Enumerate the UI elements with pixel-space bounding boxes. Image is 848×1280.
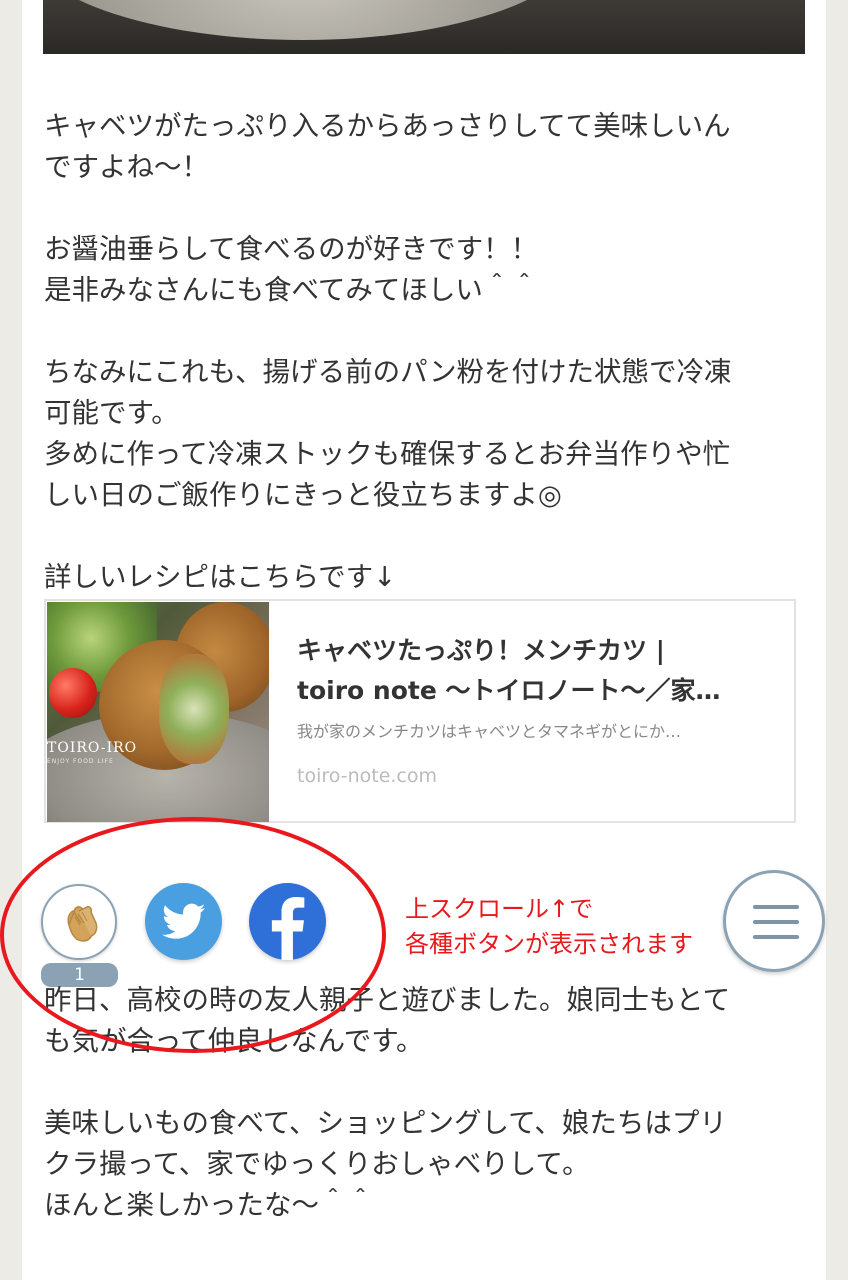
hero-plate [43,0,583,40]
annotation-text: 上スクロール↑で 各種ボタンが表示されます [405,892,693,962]
card-title[interactable]: キャベツたっぷり！メンチカツ | toiro note 〜トイロノート〜／家… [297,631,767,711]
text-line: 詳しいレシピはこちらです↓ [44,561,397,593]
paragraph-5: 昨日、高校の時の友人親子と遊びました。娘同士もとて も気が合って仲良しなんです。 [44,980,804,1062]
text-line: 可能です。 [44,397,179,429]
text-line: キャベツがたっぷり入るからあっさりしてて美味しいん [44,110,731,142]
card-title-line: toiro note 〜トイロノート〜／家… [297,676,721,705]
text-line: ちなみにこれも、揚げる前のパン粉を付けた状態で冷凍 [44,356,732,388]
hero-image [43,0,805,54]
text-line: 是非みなさんにも食べてみてほしい＾＾ [44,274,538,306]
annotation-line: 各種ボタンが表示されます [405,930,693,958]
paragraph-3: ちなみにこれも、揚げる前のパン粉を付けた状態で冷凍 可能です。 多めに作って冷凍… [44,352,804,516]
paragraph-6: 美味しいもの食べて、ショッピングして、娘たちはプリ クラ撮って、家でゆっくりおし… [44,1103,804,1226]
text-line: も気が合って仲良しなんです。 [44,1025,424,1057]
text-line: ですよね〜！ [44,151,209,183]
text-line: ほんと楽しかったな〜＾＾ [44,1189,374,1221]
clap-button[interactable] [41,884,117,960]
twitter-bird-icon [162,903,206,939]
card-description: 我が家のメンチカツはキャベツとタマネギがとにか… [297,722,682,741]
paragraph-2: お醤油垂らして食べるのが好きです！！ 是非みなさんにも食べてみてほしい＾＾ [44,229,804,311]
text-line: 多めに作って冷凍ストックも確保するとお弁当作りや忙 [44,438,731,470]
text-line: しい日のご飯作りにきっと役立ちますよ◎ [44,479,562,511]
clap-hands-icon [67,906,98,942]
thumb-sub-text: ENJOY FOOD LIFE [47,758,114,765]
facebook-f-icon [271,897,305,960]
thumb-tomato [49,668,97,718]
annotation-line: 上スクロール↑で [405,895,594,923]
facebook-share-button[interactable] [249,883,326,960]
text-line: クラ撮って、家でゆっくりおしゃべりして。 [44,1148,590,1180]
menu-bar [753,920,799,924]
hamburger-menu-icon [753,905,799,909]
paragraph-1: キャベツがたっぷり入るからあっさりしてて美味しいん ですよね〜！ [44,106,804,188]
card-thumbnail: TOIRO-IRO ENJOY FOOD LIFE [47,602,269,822]
card-domain: toiro-note.com [297,765,438,787]
twitter-share-button[interactable] [145,883,222,960]
menu-bar [753,935,799,939]
text-line: お醤油垂らして食べるのが好きです！！ [44,233,539,265]
hamburger-menu-button[interactable] [723,870,825,972]
thumb-cutlet-inside [159,654,229,764]
paragraph-4: 詳しいレシピはこちらです↓ [44,557,804,598]
thumb-logo-text: TOIRO-IRO [47,740,138,756]
recipe-link-card[interactable]: TOIRO-IRO ENJOY FOOD LIFE キャベツたっぷり！メンチカツ… [44,599,796,823]
card-title-line: キャベツたっぷり！メンチカツ | [297,636,665,665]
text-line: 昨日、高校の時の友人親子と遊びました。娘同士もとて [44,984,731,1016]
text-line: 美味しいもの食べて、ショッピングして、娘たちはプリ [44,1107,727,1139]
